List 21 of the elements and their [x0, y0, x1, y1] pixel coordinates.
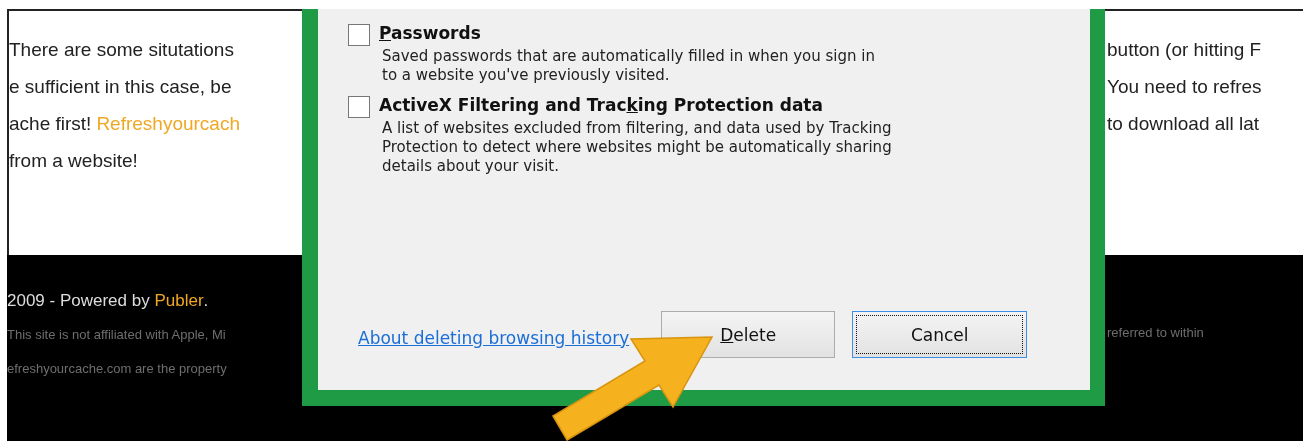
copyright-text: 2009 - Powered by — [7, 291, 151, 311]
disclaimer-text: This site is not affiliated with Apple, Mi — [7, 326, 227, 344]
paragraph-text: button (or hitting F — [1107, 39, 1262, 61]
option-description: A list of websites excluded from filtering, and data used by Tracking Protection to detect where websites might be automatically sharing details about your visit. — [381, 119, 892, 176]
paragraph-text: e sufficient in this case, be — [9, 76, 232, 98]
option-label: ActiveX Filtering and Tracking Protection data — [379, 95, 824, 115]
disclaimer-text: referred to within — [1107, 324, 1205, 342]
help-link[interactable]: About deleting browsing history — [358, 327, 630, 348]
checkbox[interactable] — [348, 96, 370, 118]
paragraph-text: to download all lat — [1107, 113, 1260, 135]
cancel-button[interactable]: Cancel — [852, 311, 1028, 358]
period-text: . — [203, 291, 209, 311]
paragraph-text: You need to refres — [1107, 76, 1262, 98]
checkbox[interactable] — [348, 24, 370, 46]
disclaimer-text: efreshyourcache.com are the property — [7, 360, 228, 378]
option-label: Passwords — [379, 23, 482, 43]
paragraph-text: There are some situtations — [9, 39, 234, 61]
publisher-link[interactable]: Publer — [154, 291, 204, 311]
option-description: Saved passwords that are automatically filled in when you sign in to a website you've previously visited. — [381, 47, 875, 85]
paragraph-text: ache first! — [9, 113, 92, 135]
paragraph-text: from a website! — [9, 150, 138, 172]
